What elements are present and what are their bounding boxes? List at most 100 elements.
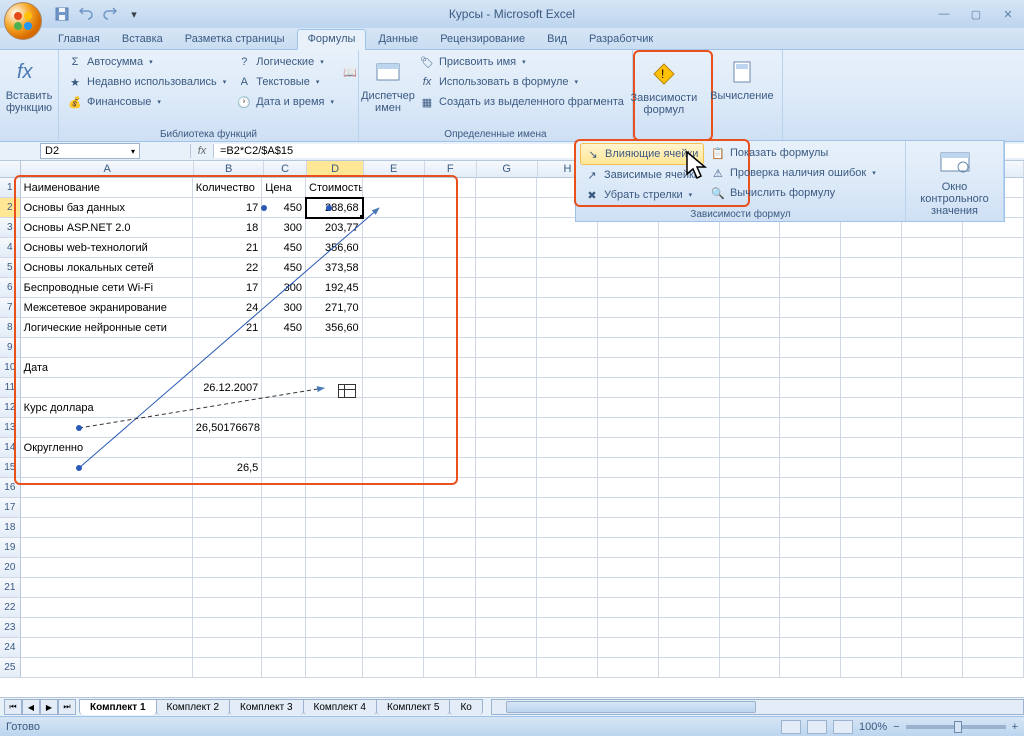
cell[interactable] — [537, 258, 598, 278]
column-header[interactable]: G — [477, 161, 538, 177]
cell[interactable] — [537, 398, 598, 418]
cell[interactable]: Межсетевое экранирование — [21, 298, 193, 318]
cell[interactable] — [598, 578, 659, 598]
row-header[interactable]: 4 — [0, 238, 21, 258]
column-header[interactable]: C — [264, 161, 307, 177]
cell[interactable] — [476, 618, 537, 638]
cell[interactable] — [963, 438, 1024, 458]
cell[interactable] — [262, 478, 306, 498]
remove-arrows-button[interactable]: ✖Убрать стрелки▾ — [580, 185, 704, 205]
cell[interactable] — [841, 478, 902, 498]
save-icon[interactable] — [52, 4, 72, 24]
cell[interactable] — [963, 298, 1024, 318]
cell[interactable] — [537, 238, 598, 258]
cell[interactable] — [262, 598, 306, 618]
cell[interactable] — [476, 658, 537, 678]
cell[interactable] — [537, 298, 598, 318]
cell[interactable] — [363, 598, 424, 618]
row-header[interactable]: 20 — [0, 558, 21, 578]
cell[interactable] — [659, 298, 720, 318]
cell[interactable] — [306, 478, 363, 498]
cell[interactable] — [363, 498, 424, 518]
cell[interactable] — [720, 658, 781, 678]
column-header[interactable]: F — [425, 161, 477, 177]
cell[interactable] — [659, 238, 720, 258]
cell[interactable] — [902, 398, 963, 418]
cell[interactable] — [424, 198, 476, 218]
cell[interactable] — [363, 438, 424, 458]
cell[interactable] — [598, 478, 659, 498]
cell[interactable] — [306, 558, 363, 578]
error-checking-button[interactable]: ⚠Проверка наличия ошибок▾ — [706, 163, 880, 183]
name-box[interactable]: D2▾ — [40, 143, 140, 159]
cell[interactable] — [363, 418, 424, 438]
cell[interactable]: Округленно — [21, 438, 193, 458]
cell[interactable] — [841, 358, 902, 378]
cell[interactable] — [424, 598, 476, 618]
ribbon-tab-3[interactable]: Формулы — [297, 29, 367, 50]
cell[interactable] — [780, 378, 841, 398]
cell[interactable] — [262, 458, 306, 478]
cell[interactable] — [537, 498, 598, 518]
cell[interactable] — [193, 358, 262, 378]
cell[interactable] — [720, 498, 781, 518]
cell[interactable] — [537, 658, 598, 678]
cell[interactable] — [659, 618, 720, 638]
cell[interactable] — [262, 358, 306, 378]
cell[interactable] — [21, 518, 193, 538]
cell[interactable] — [424, 418, 476, 438]
cell[interactable]: 203,77 — [306, 218, 363, 238]
cell[interactable] — [841, 318, 902, 338]
cell[interactable] — [902, 518, 963, 538]
cell[interactable] — [262, 558, 306, 578]
row-header[interactable]: 5 — [0, 258, 21, 278]
cell[interactable] — [306, 538, 363, 558]
row-header[interactable]: 11 — [0, 378, 21, 398]
cell[interactable] — [659, 498, 720, 518]
ribbon-tab-6[interactable]: Вид — [537, 30, 577, 49]
office-button[interactable] — [4, 2, 42, 40]
sheet-tab[interactable]: Ко — [449, 699, 482, 715]
cell[interactable] — [598, 458, 659, 478]
cell[interactable] — [659, 358, 720, 378]
cell[interactable] — [306, 438, 363, 458]
cell[interactable] — [780, 658, 841, 678]
cell[interactable] — [476, 558, 537, 578]
row-header[interactable]: 7 — [0, 298, 21, 318]
cell[interactable] — [363, 378, 424, 398]
cell[interactable] — [21, 458, 193, 478]
cell[interactable] — [537, 318, 598, 338]
cell[interactable] — [841, 498, 902, 518]
cell[interactable] — [476, 178, 537, 198]
cell[interactable] — [902, 458, 963, 478]
cell[interactable] — [424, 578, 476, 598]
cell[interactable] — [424, 178, 476, 198]
cell[interactable] — [306, 358, 363, 378]
cell[interactable] — [598, 438, 659, 458]
cell[interactable] — [720, 478, 781, 498]
zoom-level[interactable]: 100% — [859, 721, 887, 733]
cell[interactable]: 356,60 — [306, 238, 363, 258]
cell[interactable] — [780, 418, 841, 438]
cell[interactable] — [720, 598, 781, 618]
cell[interactable] — [537, 618, 598, 638]
cell[interactable] — [21, 658, 193, 678]
cell[interactable] — [720, 418, 781, 438]
cell[interactable]: 450 — [262, 318, 306, 338]
cell[interactable] — [841, 638, 902, 658]
cell[interactable] — [963, 378, 1024, 398]
cell[interactable] — [720, 538, 781, 558]
cell[interactable] — [963, 258, 1024, 278]
cell[interactable] — [963, 498, 1024, 518]
cell[interactable]: 17 — [193, 198, 262, 218]
cell[interactable] — [963, 578, 1024, 598]
cell[interactable] — [262, 618, 306, 638]
cell[interactable] — [720, 318, 781, 338]
cell[interactable] — [780, 638, 841, 658]
cell[interactable] — [780, 458, 841, 478]
cell[interactable] — [659, 258, 720, 278]
cell[interactable] — [902, 578, 963, 598]
cell[interactable] — [598, 498, 659, 518]
cell[interactable] — [363, 178, 424, 198]
cell[interactable] — [841, 538, 902, 558]
